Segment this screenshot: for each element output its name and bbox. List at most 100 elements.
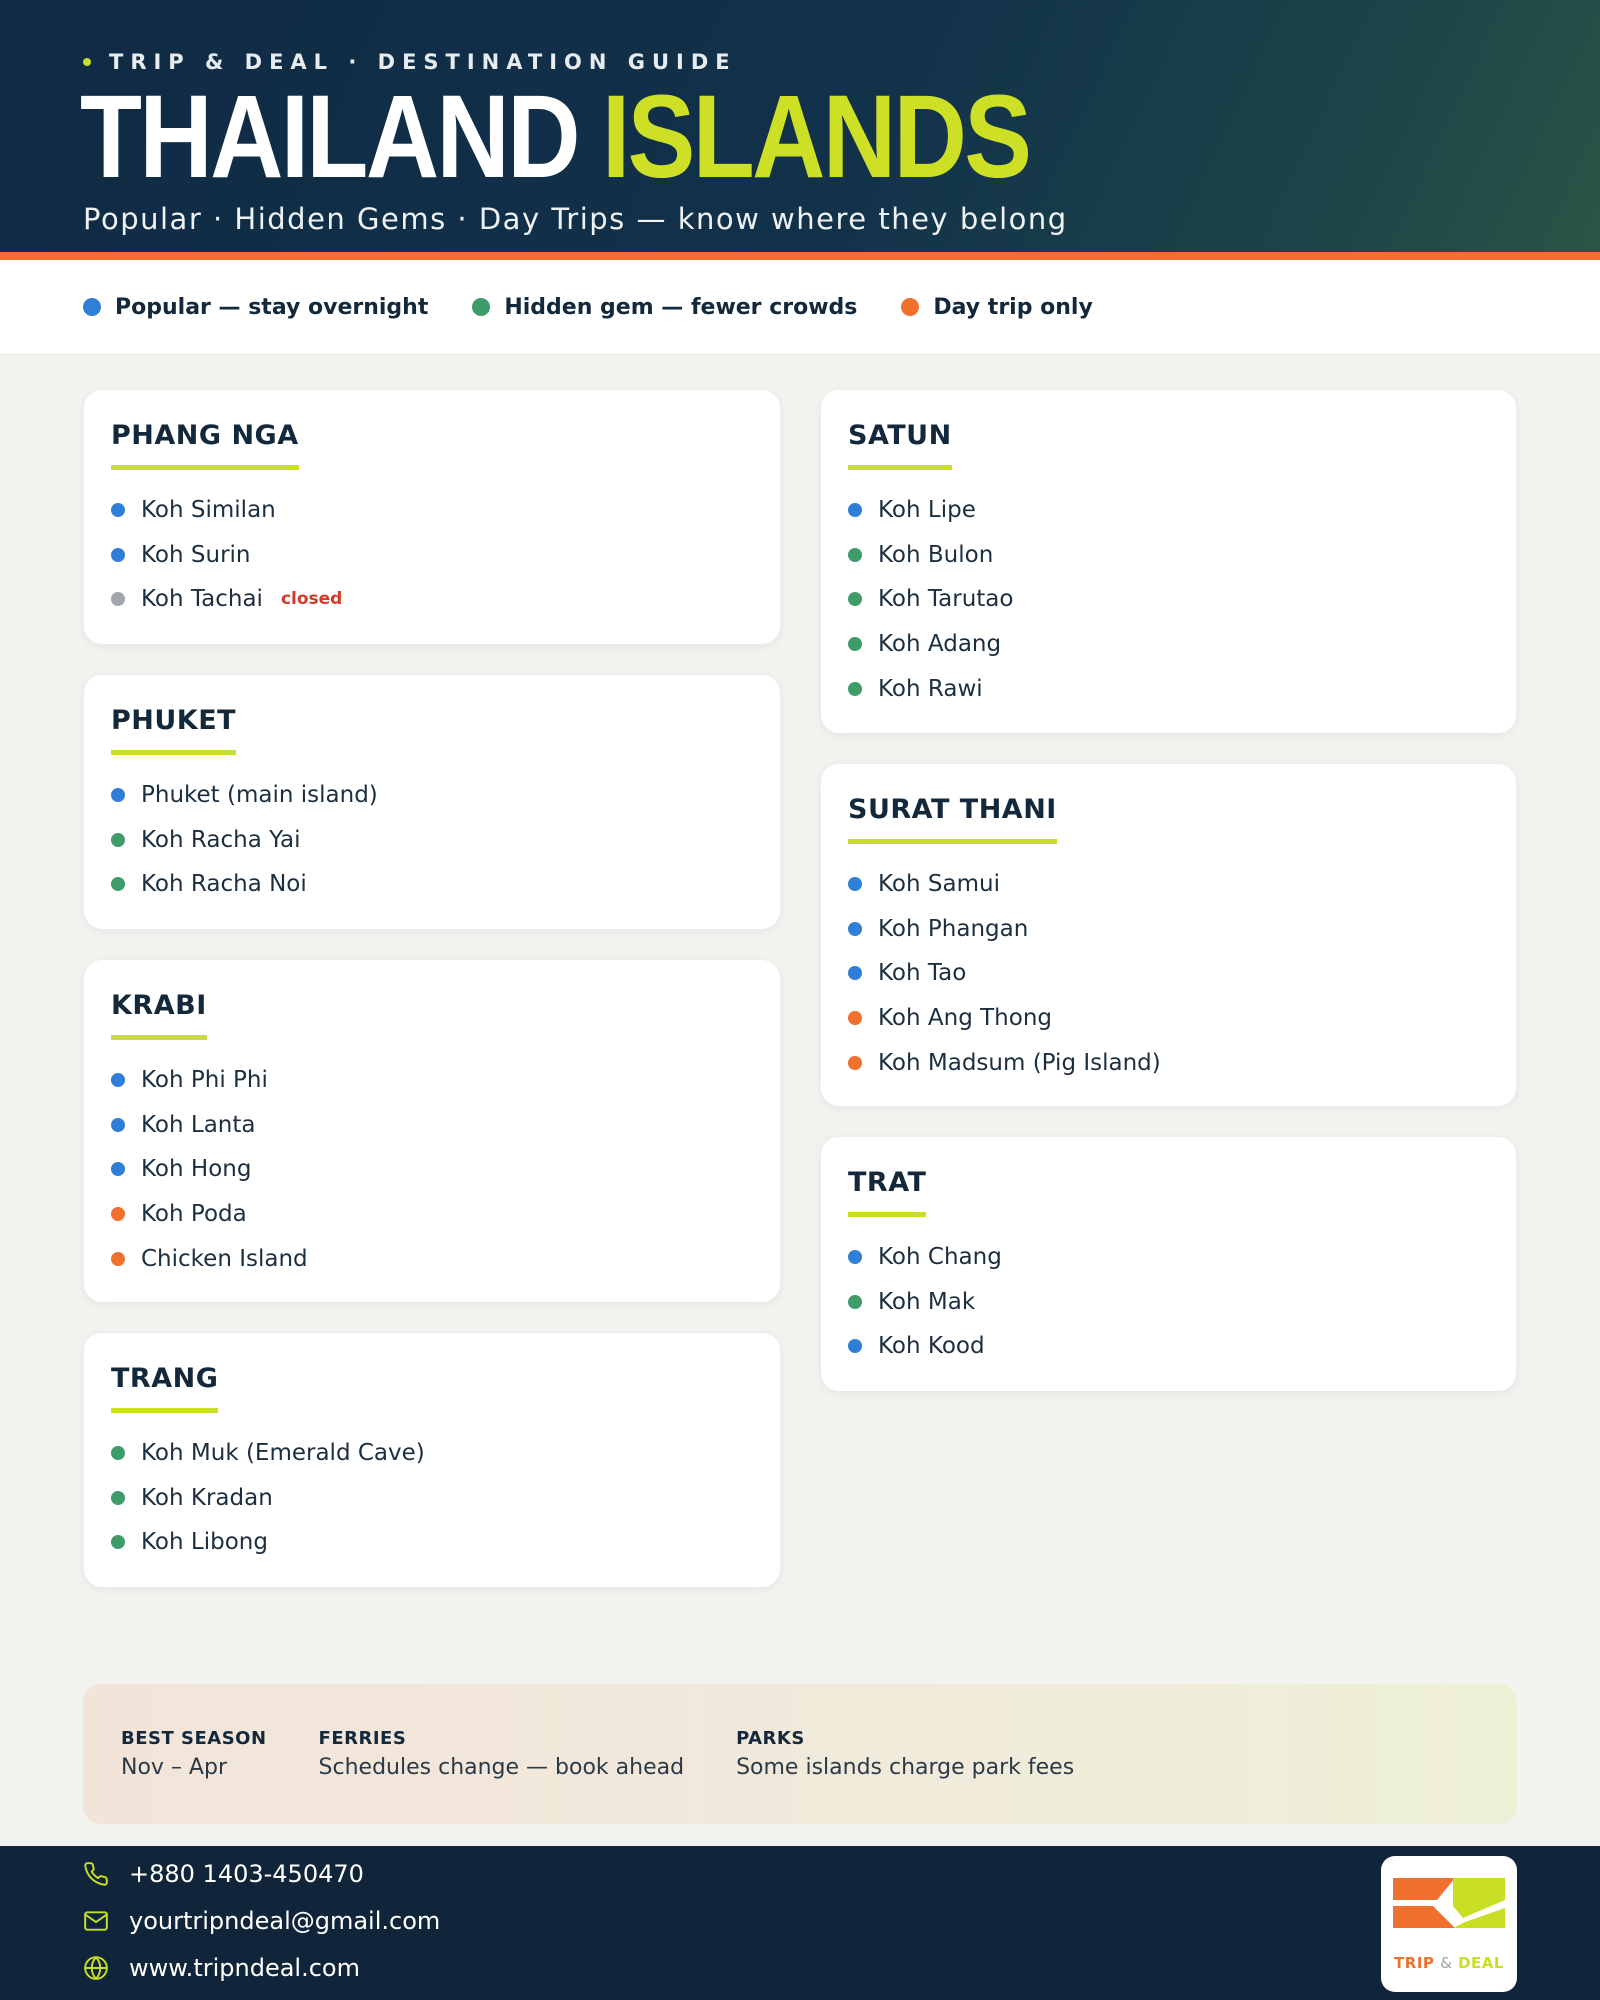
website-text: www.tripndeal.com [129, 1954, 360, 1982]
region-card-trat: TRAT Koh Chang Koh Mak Koh Kood [821, 1137, 1516, 1391]
bullet-dot-icon [848, 966, 862, 981]
region-title: PHANG NGA [111, 420, 299, 470]
island-name: Koh Lanta [141, 1111, 256, 1138]
island-item: Koh Racha Yai [111, 818, 753, 863]
bullet-dot-icon [848, 1055, 862, 1070]
contact-website[interactable]: www.tripndeal.com [83, 1954, 360, 1982]
bullet-dot-icon [848, 592, 862, 607]
bullet-dot-icon [848, 1011, 862, 1026]
logo-word-trip: TRIP [1394, 1954, 1435, 1972]
island-name: Koh Tao [878, 960, 967, 987]
island-name: Koh Racha Yai [141, 826, 301, 853]
island-name: Koh Samui [878, 871, 1000, 898]
bullet-dot-icon [111, 503, 125, 518]
island-list: Koh Similan Koh Surin Koh Tachai closed [111, 488, 753, 622]
title-part2: ISLANDS [602, 71, 1032, 203]
bullet-dot-icon [111, 788, 125, 803]
info-label: PARKS [736, 1728, 805, 1749]
mail-icon [84, 1911, 108, 1931]
trip-and-deal-logo: TRIP & DEAL [1381, 1856, 1517, 1992]
info-ferries: FERRIES Schedules change — book ahead [319, 1728, 685, 1780]
globe-icon [84, 1956, 108, 1980]
island-name: Koh Tachai [141, 586, 263, 613]
phone-icon [84, 1862, 108, 1886]
island-item: Koh Samui [848, 862, 1489, 907]
bullet-dot-icon [111, 877, 125, 892]
island-item: Koh Kradan [111, 1476, 753, 1521]
island-item: Phuket (main island) [111, 773, 753, 818]
island-item: Koh Tarutao [848, 577, 1489, 622]
logo-wordmark: TRIP & DEAL [1381, 1954, 1517, 1972]
legend-item-hidden: Hidden gem — fewer crowds [472, 295, 857, 320]
info-label: BEST SEASON [121, 1728, 267, 1749]
region-title: TRANG [111, 1363, 219, 1413]
island-item: Koh Muk (Emerald Cave) [111, 1431, 753, 1476]
logo-mark-icon [1393, 1878, 1505, 1928]
region-card-satun: SATUN Koh Lipe Koh Bulon Koh Tarutao Koh Ada… [821, 390, 1516, 733]
island-name: Koh Phangan [878, 915, 1029, 942]
island-item: Koh Libong [111, 1520, 753, 1565]
bullet-dot-icon [848, 877, 862, 892]
page-title: THAILAND ISLANDS [80, 78, 1032, 196]
island-item: Koh Hong [111, 1147, 753, 1192]
island-name: Koh Racha Noi [141, 871, 307, 898]
bullet-dot-icon [111, 1446, 125, 1461]
island-item: Koh Bulon [848, 533, 1489, 578]
email-text: yourtripndeal@gmail.com [129, 1907, 441, 1935]
island-list: Koh Lipe Koh Bulon Koh Tarutao Koh Adang Koh… [848, 488, 1489, 711]
island-list: Phuket (main island) Koh Racha Yai Koh Rac… [111, 773, 753, 907]
island-item: Koh Kood [848, 1324, 1489, 1369]
bullet-dot-icon [111, 832, 125, 847]
bullet-dot-icon [848, 547, 862, 562]
bullet-dot-icon [111, 1535, 125, 1550]
island-list: Koh Samui Koh Phangan Koh Tao Koh Ang Thong… [848, 862, 1489, 1085]
island-item: Koh Madsum (Pig Island) [848, 1040, 1489, 1085]
legend-dot-icon [83, 298, 101, 316]
region-title: KRABI [111, 990, 207, 1040]
island-item: Chicken Island [111, 1236, 753, 1281]
bullet-dot-icon [111, 1117, 125, 1132]
footer: +880 1403-450470 yourtripndeal@gmail.com… [0, 1846, 1600, 2000]
island-name: Koh Poda [141, 1201, 247, 1228]
legend-dot-icon [472, 298, 491, 316]
legend-label: Popular — stay overnight [115, 294, 429, 320]
island-name: Koh Mak [878, 1288, 976, 1315]
bullet-dot-icon [111, 1073, 125, 1088]
region-card-phang-nga: PHANG NGA Koh Similan Koh Surin Koh Tachai c… [84, 390, 780, 644]
legend-label: Day trip only [933, 294, 1093, 320]
island-name: Koh Lipe [878, 497, 976, 524]
region-title: SATUN [848, 420, 952, 470]
island-name: Koh Ang Thong [878, 1005, 1052, 1032]
region-card-surat-thani: SURAT THANI Koh Samui Koh Phangan Koh Tao Ko… [821, 764, 1516, 1106]
bullet-dot-icon [848, 503, 862, 518]
island-name: Koh Adang [878, 631, 1002, 658]
info-label: FERRIES [318, 1728, 407, 1749]
header-banner: TRIP & DEAL · DESTINATION GUIDE THAILAND… [0, 0, 1600, 252]
legend-dot-icon [901, 298, 920, 316]
logo-word-deal: DEAL [1458, 1954, 1504, 1972]
legend-item-popular: Popular — stay overnight [83, 295, 428, 320]
island-name: Koh Tarutao [878, 586, 1014, 613]
island-name: Koh Madsum (Pig Island) [878, 1049, 1161, 1076]
bullet-dot-icon [111, 1162, 125, 1177]
region-title: TRAT [848, 1167, 927, 1217]
eyebrow-dot [83, 58, 91, 66]
island-name: Phuket (main island) [141, 782, 378, 809]
contact-phone[interactable]: +880 1403-450470 [83, 1860, 364, 1888]
island-name: Koh Phi Phi [141, 1067, 268, 1094]
bullet-dot-icon [848, 1294, 862, 1309]
info-parks: PARKS Some islands charge park fees [736, 1728, 1074, 1780]
logo-ampersand: & [1440, 1954, 1453, 1972]
island-name: Koh Rawi [878, 675, 983, 702]
legend-item-daytrip: Day trip only [901, 294, 1093, 320]
island-item: Koh Lipe [848, 488, 1489, 533]
island-name: Koh Hong [141, 1156, 252, 1183]
contact-email[interactable]: yourtripndeal@gmail.com [83, 1907, 440, 1935]
island-item: Koh Mak [848, 1280, 1489, 1325]
travel-info-bar: BEST SEASON Nov – Apr FERRIES Schedules … [83, 1684, 1517, 1824]
island-name: Koh Libong [141, 1529, 268, 1556]
bullet-dot-icon [111, 547, 125, 562]
island-item: Koh Chang [848, 1235, 1489, 1280]
page-subtitle: Popular · Hidden Gems · Day Trips — know… [83, 202, 1068, 236]
bullet-dot-icon [848, 681, 862, 696]
